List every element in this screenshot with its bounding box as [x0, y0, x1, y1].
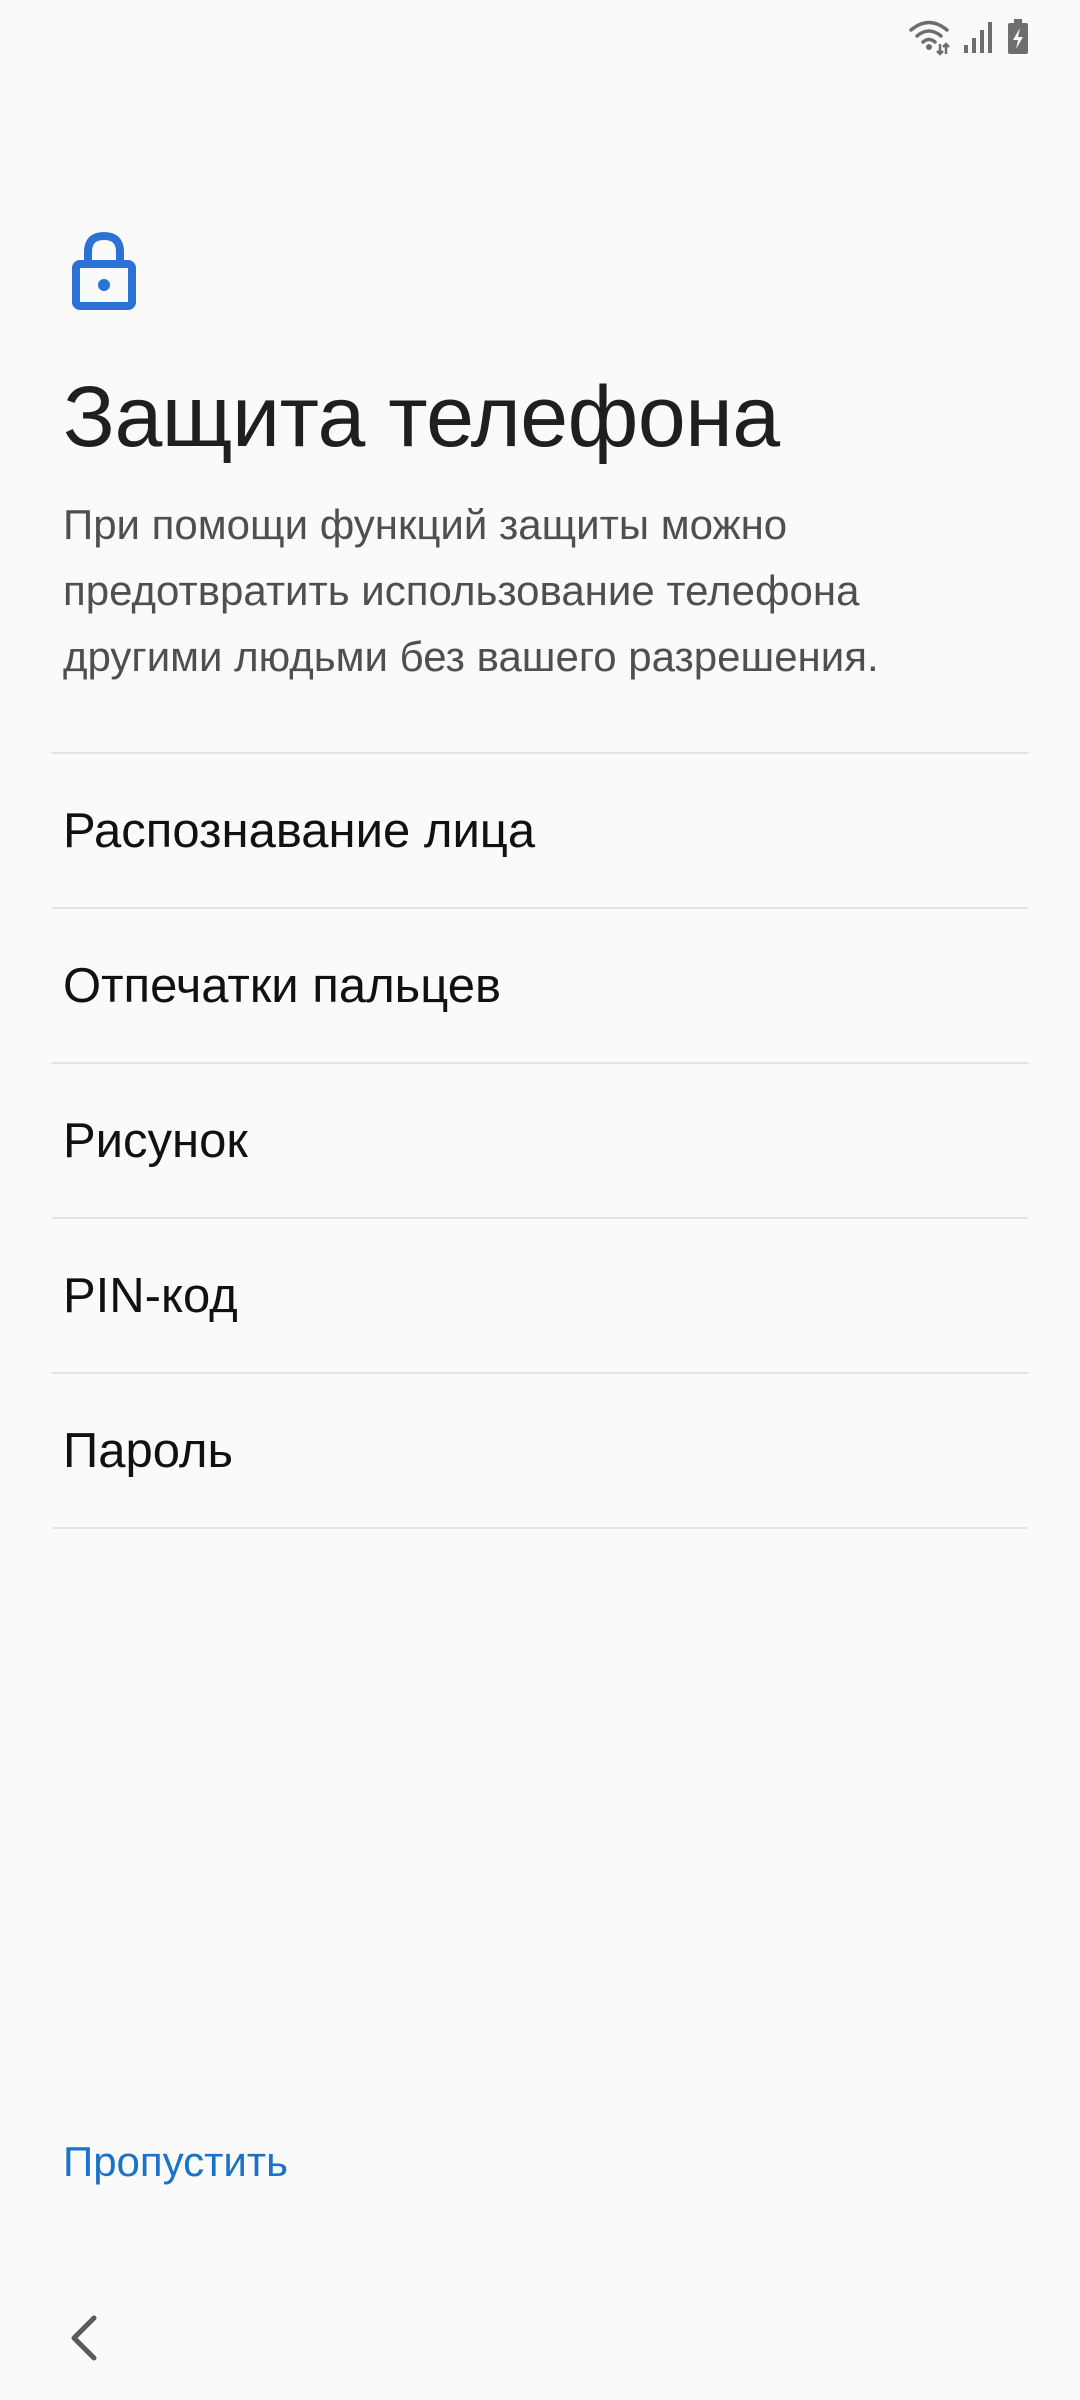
battery-charging-icon — [1006, 18, 1030, 56]
security-option-list: Распознавание лица Отпечатки пальцев Рис… — [52, 752, 1028, 1529]
signal-icon — [962, 19, 994, 55]
option-label: Рисунок — [63, 1113, 248, 1168]
page-description: При помощи функций защиты можно предотвр… — [63, 501, 879, 680]
option-face-recognition[interactable]: Распознавание лица — [52, 754, 1028, 909]
option-pin[interactable]: PIN-код — [52, 1219, 1028, 1374]
option-label: Отпечатки пальцев — [63, 958, 501, 1013]
option-fingerprints[interactable]: Отпечатки пальцев — [52, 909, 1028, 1064]
back-button[interactable] — [60, 2310, 112, 2366]
chevron-left-icon — [71, 2315, 97, 2361]
wifi-icon — [908, 18, 950, 56]
option-label: Пароль — [63, 1423, 234, 1478]
option-label: PIN-код — [63, 1268, 238, 1323]
page-title: Защита телефона — [63, 369, 780, 465]
status-icons — [908, 18, 1030, 56]
option-label: Распознавание лица — [63, 803, 536, 858]
option-pattern[interactable]: Рисунок — [52, 1064, 1028, 1219]
status-bar — [0, 0, 1080, 80]
skip-button[interactable]: Пропустить — [63, 2138, 288, 2186]
option-password[interactable]: Пароль — [52, 1374, 1028, 1529]
lock-icon — [72, 230, 136, 310]
